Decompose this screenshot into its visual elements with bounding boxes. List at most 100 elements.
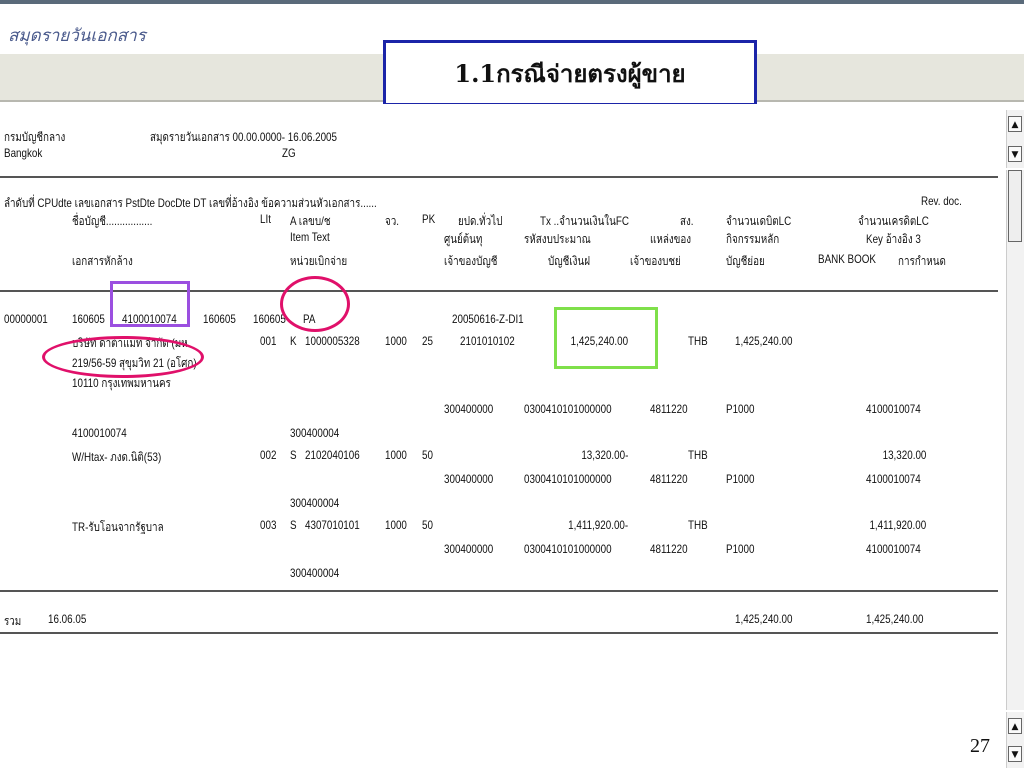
amount-highlight bbox=[554, 307, 658, 369]
item1-unit: 300400004 bbox=[290, 426, 340, 440]
slide-banner: 1.1กรณีจ่ายตรงผู้ขาย bbox=[383, 40, 757, 106]
divider bbox=[0, 632, 998, 634]
item3-source: 4811220 bbox=[650, 542, 688, 556]
item1-lit: 001 bbox=[260, 334, 277, 348]
item3-account: 4307010101 bbox=[305, 518, 360, 532]
app-title: สมุดรายวันเอกสาร bbox=[8, 26, 146, 46]
header-bank-book: BANK BOOK bbox=[818, 252, 876, 266]
item1-clearing: 4100010074 bbox=[72, 426, 127, 440]
total-debit: 1,425,240.00 bbox=[735, 612, 793, 626]
item3-pk: 50 bbox=[422, 518, 433, 532]
scroll-up-button[interactable]: ▲ bbox=[1008, 116, 1022, 132]
item2-account: 2102040106 bbox=[305, 448, 360, 462]
item1-a: K bbox=[290, 334, 297, 348]
doc-type-highlight bbox=[280, 276, 350, 332]
header-clearing-doc: เอกสารหักล้าง bbox=[72, 254, 133, 268]
item2-a: S bbox=[290, 448, 297, 462]
item1-cost-center: 300400000 bbox=[444, 402, 494, 416]
header-amount-fc: Tx ..จำนวนเงินในFC bbox=[540, 214, 629, 228]
item1-gl: 2101010102 bbox=[460, 334, 515, 348]
header-gl: ยปด.ทั่วไป bbox=[458, 214, 503, 228]
item2-lit: 002 bbox=[260, 448, 277, 462]
item1-budget: 0300410101000000 bbox=[524, 402, 612, 416]
item2-activity: P1000 bbox=[726, 472, 755, 486]
doc-pstdte: 160605 bbox=[203, 312, 236, 326]
scroll-down-button-lower[interactable]: ▼ bbox=[1008, 746, 1022, 762]
item3-currency: THB bbox=[688, 518, 708, 532]
vendor-highlight bbox=[42, 336, 204, 378]
item2-budget: 0300410101000000 bbox=[524, 472, 612, 486]
item2-pk: 50 bbox=[422, 448, 433, 462]
item3-name: TR-รับโอนจากรัฐบาล bbox=[72, 520, 164, 534]
header-account-no: A เลขบ/ช bbox=[290, 214, 331, 228]
item2-cost-center: 300400000 bbox=[444, 472, 494, 486]
item1-area: 1000 bbox=[385, 334, 407, 348]
item3-credit: 1,411,920.00 bbox=[869, 518, 926, 532]
item2-unit: 300400004 bbox=[290, 496, 340, 510]
doc-seq: 00000001 bbox=[4, 312, 48, 326]
scrollbar-thumb[interactable] bbox=[1008, 170, 1022, 242]
doc-reference: 20050616-Z-DI1 bbox=[452, 312, 524, 326]
header-deposit-account: บัญชีเงินฝ bbox=[548, 254, 590, 268]
header-pk: PK bbox=[422, 212, 436, 226]
header-main: ลำดับที่ CPUdte เลขเอกสาร PstDte DocDte … bbox=[4, 196, 377, 210]
header-sub-owner: เจ้าของบชย่ bbox=[630, 254, 681, 268]
divider bbox=[0, 590, 998, 592]
item1-source: 4811220 bbox=[650, 402, 688, 416]
scroll-up-button-lower[interactable]: ▲ bbox=[1008, 718, 1022, 734]
header-area: จว. bbox=[385, 214, 400, 228]
divider bbox=[0, 176, 998, 178]
header-sub-account: บัญชีย่อย bbox=[726, 254, 765, 268]
header-rev-doc: Rev. doc. bbox=[921, 194, 962, 208]
item1-currency: THB bbox=[688, 334, 708, 348]
item3-unit: 300400004 bbox=[290, 566, 340, 580]
item2-name: W/Htax- ภงด.นิติ(53) bbox=[72, 450, 162, 464]
header-currency: สง. bbox=[680, 214, 694, 228]
header-debit-lc: จำนวนเดบิตLC bbox=[726, 214, 792, 228]
item3-activity: P1000 bbox=[726, 542, 755, 556]
report-content: กรมบัญชีกลาง สมุดรายวันเอกสาร 00.00.0000… bbox=[0, 104, 1004, 768]
doc-cpudte: 160605 bbox=[72, 312, 105, 326]
header-cost-center: ศูนย์ต้นทุ bbox=[444, 232, 483, 246]
header-key3: Key อ้างอิง 3 bbox=[866, 232, 921, 246]
doc-number-highlight bbox=[110, 281, 190, 327]
item2-source: 4811220 bbox=[650, 472, 688, 486]
header-source: แหล่งของ bbox=[650, 232, 692, 246]
scroll-down-button[interactable]: ▼ bbox=[1008, 146, 1022, 162]
total-label: รวม bbox=[4, 614, 22, 628]
item1-pk: 25 bbox=[422, 334, 433, 348]
header-activity: กิจกรรมหลัก bbox=[726, 232, 780, 246]
header-credit-lc: จำนวนเครดิตLC bbox=[858, 214, 929, 228]
item3-amount-fc: 1,411,920.00- bbox=[567, 518, 628, 532]
header-lit: LIt bbox=[260, 212, 271, 226]
header-account-name: ชื่อบัญชี................. bbox=[72, 214, 153, 228]
report-title: สมุดรายวันเอกสาร 00.00.0000- 16.06.2005 bbox=[150, 130, 337, 144]
item3-area: 1000 bbox=[385, 518, 407, 532]
header-account-owner: เจ้าของบัญชี bbox=[444, 254, 498, 268]
item2-key3: 4100010074 bbox=[866, 472, 921, 486]
header-item-text: Item Text bbox=[290, 230, 330, 244]
header-budget-code: รหัสงบประมาณ bbox=[524, 232, 591, 246]
item3-key3: 4100010074 bbox=[866, 542, 921, 556]
item2-credit: 13,320.00 bbox=[882, 448, 926, 462]
company-name: กรมบัญชีกลาง bbox=[4, 130, 66, 144]
doc-docdte: 160605 bbox=[253, 312, 286, 326]
item2-currency: THB bbox=[688, 448, 708, 462]
report-code: ZG bbox=[282, 146, 296, 160]
item1-activity: P1000 bbox=[726, 402, 755, 416]
item3-lit: 003 bbox=[260, 518, 277, 532]
item1-account: 1000005328 bbox=[305, 334, 360, 348]
header-assignment: การกำหนด bbox=[898, 254, 946, 268]
item3-a: S bbox=[290, 518, 297, 532]
total-date: 16.06.05 bbox=[48, 612, 87, 626]
page-number: 27 bbox=[970, 735, 990, 757]
header-disbursing-unit: หน่วยเบิกจ่าย bbox=[290, 254, 348, 268]
item1-key3: 4100010074 bbox=[866, 402, 921, 416]
item3-budget: 0300410101000000 bbox=[524, 542, 612, 556]
main-scrollbar-track[interactable] bbox=[1006, 170, 1024, 710]
total-credit: 1,425,240.00 bbox=[866, 612, 924, 626]
item3-cost-center: 300400000 bbox=[444, 542, 494, 556]
item2-amount-fc: 13,320.00- bbox=[580, 448, 628, 462]
city: Bangkok bbox=[4, 146, 43, 160]
item1-debit: 1,425,240.00 bbox=[735, 334, 793, 348]
